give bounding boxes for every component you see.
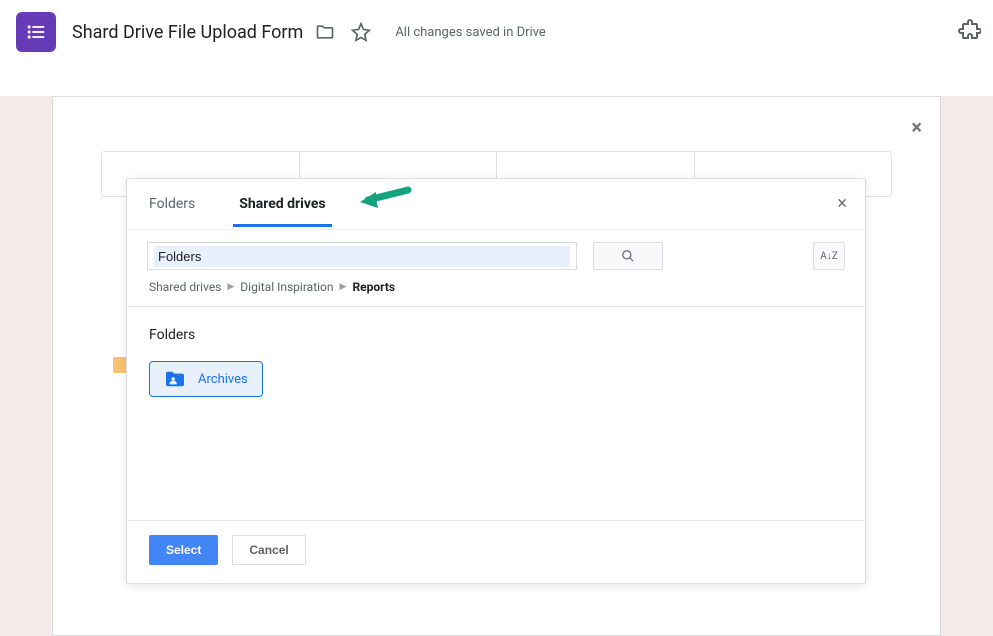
picker-body: Folders Archives xyxy=(127,307,865,520)
breadcrumb-current: Reports xyxy=(352,280,395,294)
picker-close-icon[interactable]: × xyxy=(837,193,847,214)
picker-toolbar: A↓Z xyxy=(127,229,865,276)
forms-logo[interactable] xyxy=(16,12,56,52)
document-title[interactable]: Shard Drive File Upload Form xyxy=(72,22,303,43)
save-status: All changes saved in Drive xyxy=(395,25,546,40)
tab-shared-drives[interactable]: Shared drives xyxy=(237,182,327,226)
select-button[interactable]: Select xyxy=(149,535,218,565)
cancel-button[interactable]: Cancel xyxy=(232,535,305,565)
breadcrumb: Shared drives ▶ Digital Inspiration ▶ Re… xyxy=(127,276,865,306)
picker-footer: Select Cancel xyxy=(127,520,865,583)
tab-folders[interactable]: Folders xyxy=(147,182,197,226)
close-icon[interactable]: × xyxy=(911,115,922,139)
folder-item-label: Archives xyxy=(198,372,248,387)
search-button[interactable] xyxy=(593,242,663,270)
breadcrumb-root[interactable]: Shared drives xyxy=(149,280,221,294)
sort-icon: A↓Z xyxy=(820,251,838,262)
shared-folder-icon xyxy=(164,370,186,388)
forms-logo-icon xyxy=(25,21,47,43)
sort-button[interactable]: A↓Z xyxy=(813,242,845,270)
folders-section-label: Folders xyxy=(149,327,843,343)
breadcrumb-level1[interactable]: Digital Inspiration xyxy=(240,280,333,294)
folder-icon[interactable] xyxy=(315,22,335,42)
file-picker-modal: Folders Shared drives × A↓Z Shared drive… xyxy=(126,178,866,584)
extension-icon[interactable] xyxy=(957,18,981,42)
chevron-right-icon: ▶ xyxy=(227,282,234,292)
star-icon[interactable] xyxy=(351,22,371,42)
search-icon xyxy=(621,249,635,263)
search-input[interactable] xyxy=(154,246,570,267)
folder-item-archives[interactable]: Archives xyxy=(149,361,263,397)
picker-tabs: Folders Shared drives × xyxy=(127,179,865,229)
app-header: Shard Drive File Upload Form All changes… xyxy=(0,0,993,64)
search-box[interactable] xyxy=(147,242,577,270)
chevron-right-icon: ▶ xyxy=(340,282,347,292)
